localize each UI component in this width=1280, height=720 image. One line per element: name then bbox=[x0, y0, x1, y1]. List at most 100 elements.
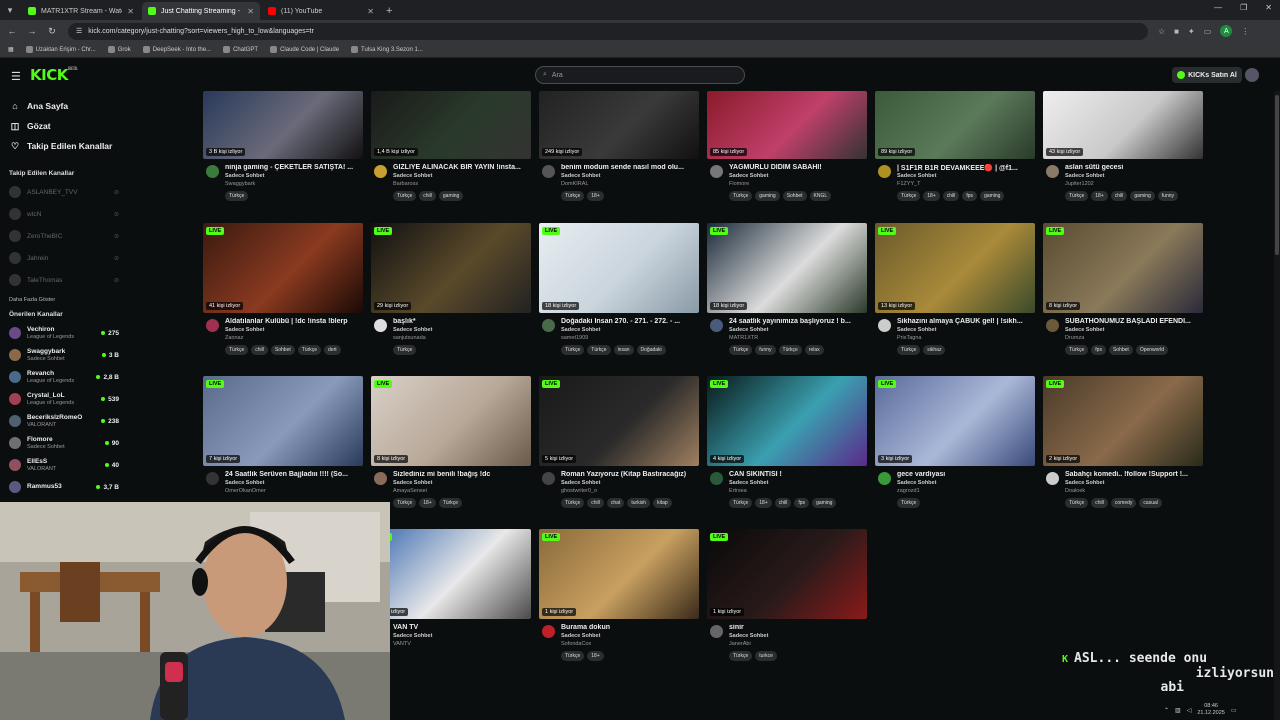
tag-chip[interactable]: Türkçe bbox=[1065, 345, 1089, 355]
stream-title[interactable]: Aldatılanlar Kulübü | !dc !insta !blerp bbox=[225, 318, 361, 325]
tag-chip[interactable]: turkce bbox=[755, 651, 777, 661]
channel-name[interactable]: Flomore bbox=[729, 181, 749, 187]
reload-icon[interactable]: ↻ bbox=[44, 26, 60, 37]
channel-avatar[interactable] bbox=[710, 165, 723, 178]
stream-category[interactable]: Sadece Sohbet bbox=[1065, 327, 1104, 333]
channel-avatar[interactable] bbox=[1046, 165, 1059, 178]
stream-thumbnail[interactable]: LIVE 8 kişi izliyor bbox=[1043, 223, 1203, 313]
back-icon[interactable]: ← bbox=[4, 26, 20, 36]
stream-card[interactable]: 3 B kişi izliyor ninja gaming - ÇEKETLER … bbox=[203, 91, 363, 231]
tag-chip[interactable]: Sohbet bbox=[1108, 345, 1133, 355]
hamburger-menu-icon[interactable]: ☰ bbox=[11, 70, 21, 83]
bookmark-item[interactable]: Uzaktan Erişim - Chr... bbox=[25, 46, 96, 53]
channel-avatar[interactable] bbox=[542, 165, 555, 178]
puzzle-icon[interactable]: ✦ bbox=[1188, 27, 1195, 36]
tag-chip[interactable]: kitap bbox=[653, 498, 672, 508]
stream-card[interactable]: 1,4 B kişi izliyor GİZLİYE ALINACAK BİR Y… bbox=[371, 91, 531, 231]
tag-chip[interactable]: chat bbox=[606, 498, 625, 508]
stream-title[interactable]: gece vardiyası bbox=[897, 471, 1033, 478]
user-avatar[interactable] bbox=[1245, 68, 1259, 82]
tag-chip[interactable]: insan bbox=[613, 345, 634, 355]
stream-thumbnail[interactable]: 3 B kişi izliyor bbox=[203, 91, 363, 159]
stream-card[interactable]: LIVE 1 kişi izliyor sinir Sadece Sohbet Jane… bbox=[707, 529, 867, 669]
stream-card[interactable]: 43 kişi izliyor aslan sütü gecesi Sadece S… bbox=[1043, 91, 1203, 231]
channel-avatar[interactable] bbox=[878, 472, 891, 485]
network-icon[interactable]: ▥ bbox=[1175, 707, 1181, 714]
tag-chip[interactable]: Türkçe bbox=[729, 651, 753, 661]
tab-search-icon[interactable]: ▾ bbox=[0, 0, 20, 20]
tag-chip[interactable]: chill bbox=[587, 498, 604, 508]
tag-chip[interactable]: chill bbox=[1110, 191, 1128, 201]
stream-category[interactable]: Sadece Sohbet bbox=[561, 480, 600, 486]
channel-avatar[interactable] bbox=[710, 625, 723, 638]
tag-chip[interactable]: gaming bbox=[980, 191, 1005, 201]
stream-category[interactable]: Sadece Sohbet bbox=[225, 173, 264, 179]
menu-icon[interactable]: ⋮ bbox=[1241, 27, 1249, 36]
tag-chip[interactable]: 18+ bbox=[1091, 191, 1108, 201]
tag-chip[interactable]: Türkçe bbox=[561, 651, 585, 661]
stream-title[interactable]: GİZLİYE ALINACAK BİR YAYIN !insta... bbox=[393, 164, 529, 171]
stream-card[interactable]: LIVE 18 kişi izliyor Doğadaki İnsan 270. -… bbox=[539, 223, 699, 363]
channel-name[interactable]: Jupiter1202 bbox=[1065, 181, 1094, 187]
stream-title[interactable]: ninja gaming - ÇEKETLER SATIŞTA! ... bbox=[225, 164, 361, 171]
stream-card[interactable]: LIVE 29 kişi izliyor başlık* Sadece Sohbet s… bbox=[371, 223, 531, 363]
channel-name[interactable]: sanjutsunada bbox=[393, 335, 426, 341]
close-window-icon[interactable]: ✕ bbox=[1265, 3, 1272, 12]
stream-title[interactable]: benim modum sende nasıl mod olu... bbox=[561, 164, 697, 171]
stream-card[interactable]: LIVE 5 kişi izliyor Roman Yazıyoruz (Kitap… bbox=[539, 376, 699, 516]
channel-avatar[interactable] bbox=[710, 319, 723, 332]
stream-category[interactable]: Sadece Sohbet bbox=[897, 327, 936, 333]
stream-title[interactable]: 24 saatlik yayınımıza başlıyoruz ! b... bbox=[729, 318, 865, 325]
tag-chip[interactable]: Türkçe bbox=[393, 191, 417, 201]
tag-chip[interactable]: Sohbet bbox=[270, 345, 295, 355]
stream-thumbnail[interactable]: LIVE 1 kişi izliyor bbox=[539, 529, 699, 619]
tag-chip[interactable]: fps bbox=[794, 498, 810, 508]
tag-chip[interactable]: sikhaz bbox=[923, 345, 946, 355]
page-scrollbar[interactable] bbox=[1274, 91, 1280, 720]
stream-thumbnail[interactable]: LIVE 18 kişi izliyor bbox=[539, 223, 699, 313]
tag-chip[interactable]: gaming bbox=[755, 191, 780, 201]
channel-avatar[interactable] bbox=[1046, 319, 1059, 332]
stream-category[interactable]: Sadece Sohbet bbox=[561, 327, 600, 333]
tag-chip[interactable]: turkish bbox=[627, 498, 651, 508]
browser-tab[interactable]: (11) YouTube ✕ bbox=[262, 2, 380, 20]
stream-thumbnail[interactable]: LIVE 4 kişi izliyor bbox=[707, 376, 867, 466]
stream-category[interactable]: Sadece Sohbet bbox=[393, 173, 432, 179]
tag-chip[interactable]: Türkçe bbox=[393, 345, 417, 355]
channel-name[interactable]: DomKIRAL bbox=[561, 181, 589, 187]
stream-thumbnail[interactable]: LIVE 1 kişi izliyor bbox=[707, 529, 867, 619]
stream-thumbnail[interactable]: LIVE 5 kişi izliyor bbox=[539, 376, 699, 466]
browser-tab-active[interactable]: Just Chatting Streaming - Live ✕ bbox=[142, 2, 260, 20]
channel-name[interactable]: OmerOkanOmer bbox=[225, 488, 266, 494]
stream-category[interactable]: Sadece Sohbet bbox=[729, 173, 768, 179]
channel-name[interactable]: PrisTagna bbox=[897, 335, 921, 341]
bookmark-item[interactable]: ChatGPT bbox=[223, 46, 258, 53]
notification-icon[interactable]: ▭ bbox=[1231, 707, 1237, 714]
channel-name[interactable]: ghostwriter0_o bbox=[561, 488, 597, 494]
stream-category[interactable]: Sadece Sohbet bbox=[729, 480, 768, 486]
tag-chip[interactable]: Türkçe bbox=[438, 498, 463, 508]
channel-name[interactable]: AmayaSensei bbox=[393, 488, 427, 494]
channel-avatar[interactable] bbox=[542, 319, 555, 332]
tag-chip[interactable]: Türkçe bbox=[225, 191, 249, 201]
tag-chip[interactable]: gaming bbox=[812, 498, 837, 508]
channel-avatar[interactable] bbox=[206, 165, 219, 178]
stream-category[interactable]: Sadece Sohbet bbox=[561, 173, 600, 179]
stream-category[interactable]: Sadece Sohbet bbox=[393, 480, 432, 486]
tag-chip[interactable]: casual bbox=[1139, 498, 1162, 508]
extension-icon[interactable]: ■ bbox=[1174, 27, 1179, 36]
stream-thumbnail[interactable]: 89 kişi izliyor bbox=[875, 91, 1035, 159]
stream-title[interactable]: VAN TV bbox=[393, 624, 529, 631]
stream-thumbnail[interactable]: LIVE 3 kişi izliyor bbox=[875, 376, 1035, 466]
bookmark-item[interactable]: Tulsa King 3.Sezon 1... bbox=[351, 46, 423, 53]
tag-chip[interactable]: KNGL bbox=[809, 191, 832, 201]
stream-category[interactable]: Sadece Sohbet bbox=[897, 480, 936, 486]
site-info-icon[interactable]: ☰ bbox=[76, 27, 82, 35]
tag-chip[interactable]: Türkçe bbox=[393, 498, 417, 508]
tag-chip[interactable]: gaming bbox=[438, 191, 464, 201]
tag-chip[interactable]: chill bbox=[251, 345, 268, 355]
tag-chip[interactable]: chill bbox=[419, 191, 436, 201]
stream-category[interactable]: Sadece Sohbet bbox=[393, 327, 432, 333]
stream-card[interactable]: LIVE 13 kişi izliyor Sikhazını almaya ÇABU… bbox=[875, 223, 1035, 363]
tag-chip[interactable]: 18+ bbox=[587, 191, 604, 201]
